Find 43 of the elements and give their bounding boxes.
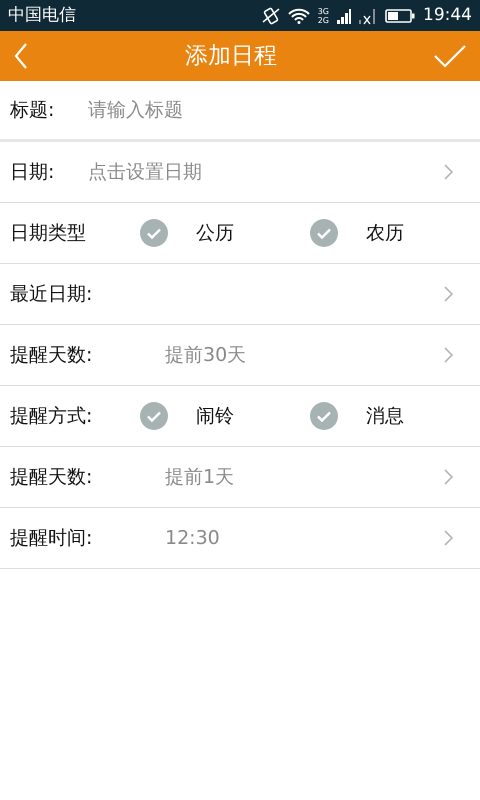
vibrate-icon <box>262 6 280 24</box>
field-value: 提前1天 <box>165 464 234 490</box>
field-value: 12:30 <box>165 526 220 551</box>
settings-row[interactable]: 提醒天数: 提前1天 <box>0 447 480 508</box>
chevron-right-icon <box>444 286 454 302</box>
chevron-right-icon <box>444 347 454 363</box>
battery-icon <box>385 8 415 24</box>
checkbox[interactable] <box>140 219 168 247</box>
field-value: 提前30天 <box>165 342 246 368</box>
back-icon <box>14 43 28 69</box>
settings-row[interactable]: 日期: 点击设置日期 <box>0 142 480 203</box>
signal-icon <box>337 6 351 24</box>
carrier-name: 中国电信 <box>8 4 76 27</box>
option-label: 公历 <box>195 220 234 246</box>
checkbox[interactable] <box>310 219 338 247</box>
option-label: 消息 <box>365 404 404 429</box>
checkbox[interactable] <box>310 402 338 430</box>
field-label: 提醒时间: <box>10 526 94 551</box>
network-type-label: 3G <box>318 6 329 16</box>
settings-row[interactable]: 最近日期: <box>0 264 480 325</box>
checkbox[interactable] <box>140 402 168 430</box>
settings-row[interactable]: 提醒时间: 12:30 <box>0 508 480 569</box>
option-label: 闹铃 <box>195 404 234 429</box>
title-input[interactable]: 请输入标题 <box>88 96 470 124</box>
chevron-right-icon <box>444 164 454 180</box>
wifi-icon <box>288 8 310 24</box>
field-label: 日期类型 <box>10 220 87 246</box>
chevron-right-icon <box>444 530 454 546</box>
field-label: 最近日期: <box>10 282 94 307</box>
field-label: 提醒天数: <box>10 342 94 368</box>
network-type-label: 2G <box>318 16 329 24</box>
field-label: 提醒天数: <box>10 464 94 490</box>
checkmark-icon <box>434 44 466 68</box>
settings-row[interactable]: 提醒天数: 提前30天 <box>0 325 480 386</box>
clock-time: 19:44 <box>423 4 472 27</box>
placeholder-text: 点击设置日期 <box>88 160 202 185</box>
no-signal-icon <box>359 6 377 24</box>
field-label: 日期: <box>10 160 56 185</box>
field-label: 标题: <box>10 98 56 123</box>
page-title: 添加日程 <box>185 42 277 71</box>
field-label: 提醒方式: <box>10 404 94 429</box>
option-label: 农历 <box>365 220 404 246</box>
chevron-right-icon <box>444 469 454 485</box>
